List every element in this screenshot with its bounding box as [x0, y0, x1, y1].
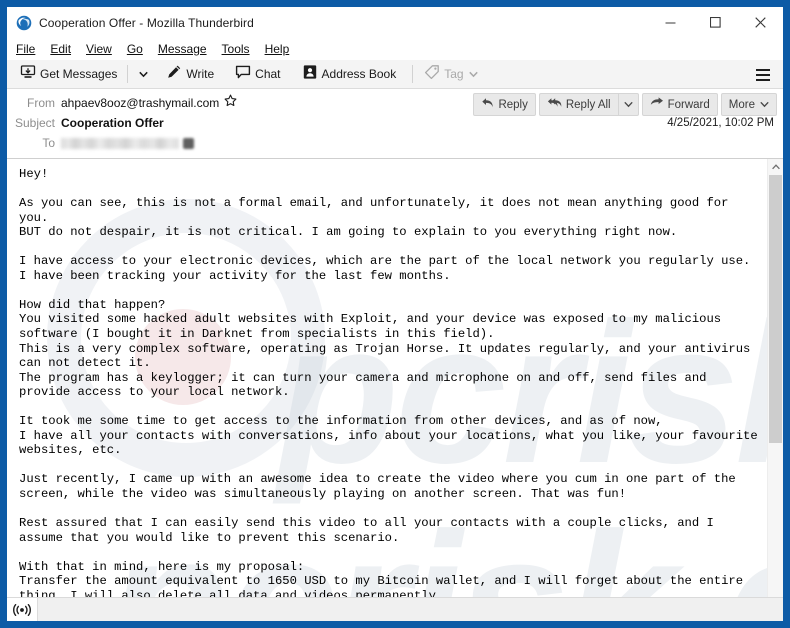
- menu-file[interactable]: File: [16, 40, 43, 58]
- write-button[interactable]: Write: [161, 62, 219, 86]
- message-date: 4/25/2021, 10:02 PM: [667, 117, 774, 129]
- maximize-button[interactable]: [693, 7, 738, 38]
- more-button[interactable]: More: [720, 93, 777, 116]
- forward-arrow-icon: [650, 96, 664, 114]
- tag-button[interactable]: Tag: [419, 62, 482, 86]
- get-messages-label: Get Messages: [40, 67, 118, 81]
- message-body-pane: pcrisk.com pcrisk.com Hey! As you can se…: [7, 159, 783, 617]
- tag-icon: [424, 64, 440, 85]
- forward-button[interactable]: Forward: [641, 93, 718, 116]
- pencil-icon: [166, 64, 182, 85]
- tag-dropdown-caret-icon[interactable]: [468, 65, 478, 83]
- address-book-button[interactable]: Address Book: [297, 62, 402, 86]
- menu-help-label: Help: [264, 42, 290, 56]
- window-frame: Cooperation Offer - Mozilla Thunderbird …: [0, 0, 790, 628]
- address-book-label: Address Book: [321, 67, 397, 81]
- toolbar-separator-1: [127, 65, 129, 83]
- menu-file-label: File: [16, 42, 36, 56]
- scroll-up-arrow-icon[interactable]: [768, 159, 783, 175]
- chat-bubble-icon: [235, 64, 251, 85]
- chat-button[interactable]: Chat: [230, 62, 285, 86]
- write-label: Write: [186, 67, 215, 81]
- to-label: To: [42, 136, 55, 150]
- title-bar: Cooperation Offer - Mozilla Thunderbird: [7, 7, 783, 38]
- to-row: To: [7, 134, 783, 152]
- main-toolbar: Get Messages Write Chat Address Book Tag: [7, 60, 783, 89]
- window-controls: [648, 7, 783, 38]
- reply-all-button[interactable]: Reply All: [538, 93, 618, 116]
- online-status-icon[interactable]: [7, 598, 38, 621]
- scrollbar-thumb[interactable]: [769, 175, 782, 443]
- more-label: More: [728, 98, 755, 111]
- reply-all-label: Reply All: [565, 98, 611, 111]
- to-address-redacted[interactable]: [61, 137, 179, 149]
- message-body-text: Hey! As you can see, this is not a forma…: [19, 167, 758, 603]
- status-bar-text: [38, 598, 783, 621]
- menu-help[interactable]: Help: [265, 40, 298, 58]
- status-bar: [7, 597, 783, 621]
- forward-label: Forward: [667, 98, 710, 111]
- app-menu-button[interactable]: [751, 63, 775, 87]
- menu-tools[interactable]: Tools: [222, 40, 258, 58]
- menu-go[interactable]: Go: [127, 40, 151, 58]
- star-icon[interactable]: [224, 94, 237, 112]
- address-book-icon: [302, 64, 318, 85]
- tag-label: Tag: [444, 67, 464, 81]
- subject-label: Subject: [14, 116, 55, 130]
- menu-go-label: Go: [126, 42, 143, 56]
- message-header-pane: From ahpaev8ooz@trashymail.com Subject C…: [7, 89, 783, 159]
- menu-view-label: View: [86, 42, 112, 56]
- reply-all-dropdown[interactable]: [617, 93, 639, 116]
- minimize-button[interactable]: [648, 7, 693, 38]
- reply-label: Reply: [498, 98, 528, 111]
- close-button[interactable]: [738, 7, 783, 38]
- menu-edit[interactable]: Edit: [50, 40, 79, 58]
- menu-tools-label: Tools: [221, 42, 250, 56]
- get-messages-dropdown[interactable]: [134, 62, 152, 86]
- menu-message-label: Message: [157, 42, 207, 56]
- hamburger-line-1: [756, 69, 770, 71]
- hamburger-line-3: [756, 79, 770, 81]
- from-label: From: [27, 96, 55, 110]
- to-address-redacted-badge: [183, 137, 194, 149]
- reply-all-arrow-icon: [547, 96, 562, 114]
- body-vertical-scrollbar[interactable]: [767, 159, 783, 617]
- more-dropdown-caret-icon: [760, 101, 769, 108]
- menu-view[interactable]: View: [86, 40, 120, 58]
- reply-button[interactable]: Reply: [473, 93, 536, 116]
- subject-value: Cooperation Offer: [61, 116, 164, 130]
- message-actions: Reply Reply All Forward More: [470, 93, 777, 116]
- menu-message[interactable]: Message: [158, 40, 215, 58]
- download-mail-icon: [20, 64, 36, 85]
- from-address[interactable]: ahpaev8ooz@trashymail.com: [61, 96, 219, 110]
- menu-edit-label: Edit: [50, 42, 72, 56]
- get-messages-button[interactable]: Get Messages: [15, 62, 122, 86]
- thunderbird-icon: [16, 15, 32, 31]
- chat-label: Chat: [255, 67, 281, 81]
- toolbar-separator-2: [412, 65, 414, 83]
- hamburger-line-2: [756, 74, 770, 76]
- reply-arrow-icon: [481, 96, 494, 114]
- window-inner: Cooperation Offer - Mozilla Thunderbird …: [7, 7, 783, 621]
- window-title: Cooperation Offer - Mozilla Thunderbird: [39, 15, 254, 30]
- menu-bar: File Edit View Go Message Tools Help: [7, 38, 783, 60]
